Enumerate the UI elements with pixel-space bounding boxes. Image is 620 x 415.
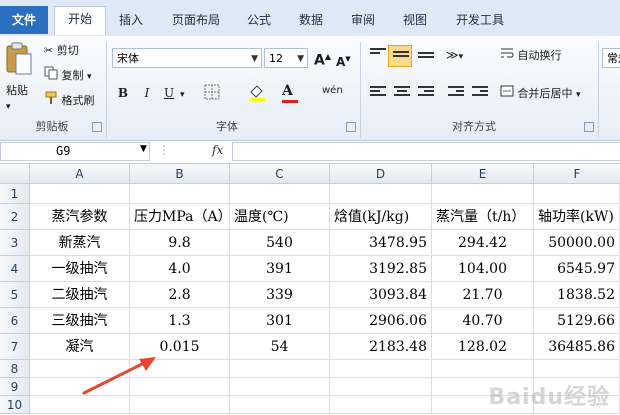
fill-color-button[interactable] — [248, 84, 266, 108]
spreadsheet-grid: A B C D E F 1 2 蒸汽参数 压力MPa（A） 温度(℃) 焓值(kJ/kg)… — [0, 164, 620, 415]
chevron-down-icon: ▼ — [297, 54, 304, 64]
copy-label: 复制 — [61, 69, 84, 82]
merge-center-label: 合并后居中 — [517, 87, 573, 100]
font-size-select[interactable]: 12 ▼ — [264, 48, 308, 68]
paste-icon[interactable] — [4, 40, 36, 80]
phonetic-button[interactable]: wén — [322, 82, 343, 100]
align-right-icon[interactable] — [418, 86, 434, 100]
tab-view[interactable]: 视图 — [394, 8, 436, 32]
tab-home[interactable]: 开始 — [54, 6, 106, 35]
font-group-label: 字体 — [216, 120, 238, 133]
tab-insert[interactable]: 插入 — [110, 8, 152, 32]
phonetic-icon: wén — [322, 85, 343, 96]
copy-button[interactable]: 复制 ▾ — [44, 66, 92, 86]
align-center-icon[interactable] — [394, 86, 410, 100]
tab-developer[interactable]: 开发工具 — [446, 8, 514, 32]
formula-bar: G9 ▼ ⋮ fx — [0, 141, 620, 164]
cut-button[interactable]: ✂ 剪切 — [44, 42, 79, 60]
bold-button[interactable]: B — [114, 84, 132, 102]
orientation-button[interactable]: ≫▾ — [446, 46, 463, 66]
wrap-text-icon — [500, 46, 514, 66]
italic-button[interactable]: I — [138, 84, 156, 102]
merge-cells-icon — [500, 84, 514, 104]
formula-bar-divider-icon: ⋮ — [158, 143, 170, 157]
watermark-logo: Baidu经验 — [488, 385, 610, 410]
paint-bucket-icon — [249, 85, 265, 101]
formula-input[interactable] — [232, 142, 620, 161]
underline-button[interactable]: U — [160, 84, 178, 102]
border-icon — [204, 84, 220, 100]
wrap-text-button[interactable]: 自动换行 — [500, 46, 562, 66]
copy-dropdown-arrow[interactable]: ▾ — [87, 72, 92, 82]
scissors-icon: ✂ — [44, 44, 54, 57]
tab-page-layout[interactable]: 页面布局 — [162, 8, 230, 32]
font-color-icon: A — [282, 83, 293, 99]
format-painter-label: 格式刷 — [61, 94, 95, 107]
increase-indent-icon[interactable] — [472, 86, 488, 100]
shrink-font-icon[interactable]: A▼ — [336, 50, 351, 71]
format-painter-button[interactable]: 格式刷 — [44, 91, 95, 111]
insert-function-icon[interactable]: fx — [212, 143, 223, 157]
cut-label: 剪切 — [56, 44, 79, 57]
group-separator — [598, 42, 599, 138]
font-color-button[interactable]: A — [282, 82, 298, 103]
align-top-icon[interactable] — [370, 48, 386, 62]
annotation-arrow-icon — [82, 357, 156, 395]
ribbon-tab-bar: 文件 开始 插入 页面布局 公式 数据 审阅 视图 开发工具 — [0, 0, 620, 37]
tab-review[interactable]: 审阅 — [342, 8, 384, 32]
brush-icon — [44, 91, 58, 111]
number-format-select[interactable]: 常规 — [602, 48, 620, 68]
clipboard-dialog-launcher-icon[interactable] — [92, 122, 102, 132]
underline-dropdown-arrow[interactable]: ▾ — [180, 86, 185, 104]
grow-font-icon[interactable]: A▲ — [314, 48, 331, 70]
wrap-text-label: 自动换行 — [517, 49, 562, 62]
chevron-down-icon: ▼ — [251, 54, 258, 64]
align-left-icon[interactable] — [370, 86, 386, 100]
tab-formulas[interactable]: 公式 — [238, 8, 280, 32]
align-bottom-icon[interactable] — [418, 52, 434, 66]
font-name-select[interactable]: 宋体 ▼ — [112, 48, 262, 68]
group-separator — [106, 42, 107, 138]
tab-file[interactable]: 文件 — [0, 6, 48, 34]
alignment-group-label: 对齐方式 — [452, 120, 496, 133]
paste-dropdown-arrow[interactable]: ▾ — [6, 98, 11, 116]
clipboard-group-label: 剪贴板 — [35, 120, 69, 133]
font-name-value: 宋体 — [117, 52, 139, 65]
font-size-value: 12 — [269, 52, 283, 65]
ribbon: 粘贴 ▾ ✂ 剪切 复制 ▾ 格式刷 剪贴板 宋体 ▼ 12 ▼ A▲ A▼ B… — [0, 36, 620, 141]
copy-icon — [44, 66, 58, 86]
align-middle-button[interactable] — [388, 45, 412, 67]
font-dialog-launcher-icon[interactable] — [346, 122, 356, 132]
align-middle-icon — [393, 51, 409, 65]
name-box[interactable]: G9 — [0, 142, 150, 161]
borders-button[interactable] — [204, 84, 220, 106]
decrease-indent-icon[interactable] — [448, 86, 464, 100]
tab-data[interactable]: 数据 — [290, 8, 332, 32]
name-box-value: G9 — [56, 144, 71, 158]
merge-dropdown-arrow[interactable]: ▾ — [576, 90, 581, 100]
text-orientation-icon: ≫ — [446, 48, 459, 62]
group-separator — [360, 42, 361, 138]
merge-center-button[interactable]: 合并后居中 ▾ — [500, 84, 581, 104]
alignment-dialog-launcher-icon[interactable] — [584, 122, 594, 132]
name-box-chevron-down-icon[interactable]: ▼ — [140, 144, 147, 154]
number-format-value: 常规 — [607, 52, 620, 65]
